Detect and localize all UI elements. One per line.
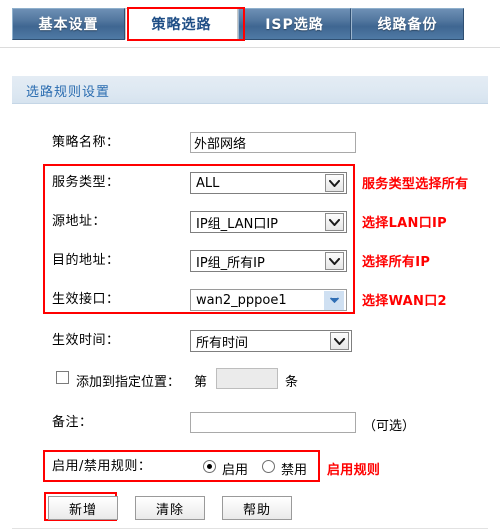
add-position-suffix: 条	[285, 375, 299, 390]
service-type-select[interactable]: ALL	[190, 172, 347, 194]
annotation-effective-interface: 选择WAN口2	[362, 294, 447, 309]
radio-disable[interactable]	[262, 460, 275, 473]
radio-disable-label: 禁用	[281, 463, 308, 478]
dest-address-label: 目的地址：	[52, 253, 120, 268]
tab-line-backup[interactable]: 线路备份	[351, 8, 464, 40]
source-address-select[interactable]: IP组_LAN口IP	[190, 211, 347, 233]
service-type-label: 服务类型：	[52, 175, 120, 190]
tab-policy-routing[interactable]: 策略选路	[125, 8, 238, 40]
service-type-value: ALL	[196, 175, 220, 191]
policy-name-input[interactable]	[190, 132, 356, 153]
add-button[interactable]: 新增	[48, 496, 118, 520]
bottom-divider	[12, 528, 488, 529]
tab-strip: 基本设置 策略选路 ISP选路 线路备份	[12, 8, 464, 40]
radio-enable-label: 启用	[222, 463, 249, 478]
effective-interface-label: 生效接口：	[52, 292, 120, 307]
tab-underline	[0, 47, 500, 48]
tab-basic-settings[interactable]: 基本设置	[12, 8, 125, 40]
effective-time-select[interactable]: 所有时间	[190, 330, 352, 352]
help-button[interactable]: 帮助	[222, 496, 292, 520]
tab-bar: 基本设置 策略选路 ISP选路 线路备份	[0, 0, 500, 48]
chevron-down-icon	[325, 252, 344, 270]
chevron-down-icon	[330, 332, 349, 350]
effective-time-value: 所有时间	[196, 335, 249, 351]
effective-interface-select[interactable]: wan2_pppoe1	[190, 289, 347, 311]
add-position-prefix: 第	[194, 375, 208, 390]
annotation-enable-rule: 启用规则	[327, 463, 381, 478]
section-header: 选路规则设置	[12, 76, 488, 104]
chevron-down-icon	[324, 290, 344, 310]
radio-enable[interactable]	[203, 460, 216, 473]
remark-label: 备注：	[52, 415, 93, 430]
source-address-label: 源地址：	[52, 214, 107, 229]
chevron-down-icon	[325, 174, 344, 192]
effective-time-label: 生效时间：	[52, 333, 120, 348]
section-title: 选路规则设置	[26, 85, 111, 100]
tab-label: 线路备份	[377, 17, 438, 33]
annotation-dest-address: 选择所有IP	[362, 255, 431, 270]
chevron-down-icon	[325, 213, 344, 231]
add-position-checkbox[interactable]	[56, 371, 69, 384]
clear-button-label: 清除	[155, 502, 184, 518]
dest-address-select[interactable]: IP组_所有IP	[190, 250, 347, 272]
row-enable-rule: 启用/禁用规则： 启用 禁用	[0, 452, 500, 482]
policy-name-label: 策略名称：	[52, 135, 120, 150]
clear-button[interactable]: 清除	[135, 496, 205, 520]
remark-hint: （可选）	[363, 419, 416, 434]
row-policy-name: 策略名称：	[0, 128, 500, 158]
annotation-service-type: 服务类型选择所有	[362, 177, 469, 192]
source-address-value: IP组_LAN口IP	[196, 216, 279, 232]
add-position-input[interactable]	[216, 368, 278, 389]
effective-interface-value: wan2_pppoe1	[196, 292, 287, 308]
add-button-label: 新增	[68, 502, 97, 518]
row-add-position: 添加到指定位置： 第 条	[0, 364, 500, 394]
tab-label: 基本设置	[38, 17, 99, 33]
remark-input[interactable]	[190, 412, 356, 433]
dest-address-value: IP组_所有IP	[196, 255, 265, 271]
row-remark: 备注： （可选）	[0, 408, 500, 438]
row-effective-time: 生效时间： 所有时间	[0, 326, 500, 356]
add-position-label: 添加到指定位置：	[76, 375, 181, 390]
enable-rule-label: 启用/禁用规则：	[52, 459, 152, 474]
tab-label: 策略选路	[151, 17, 212, 33]
tab-label: ISP选路	[265, 17, 324, 33]
annotation-source-address: 选择LAN口IP	[362, 216, 447, 231]
tab-isp-routing[interactable]: ISP选路	[238, 8, 351, 40]
help-button-label: 帮助	[242, 502, 271, 518]
